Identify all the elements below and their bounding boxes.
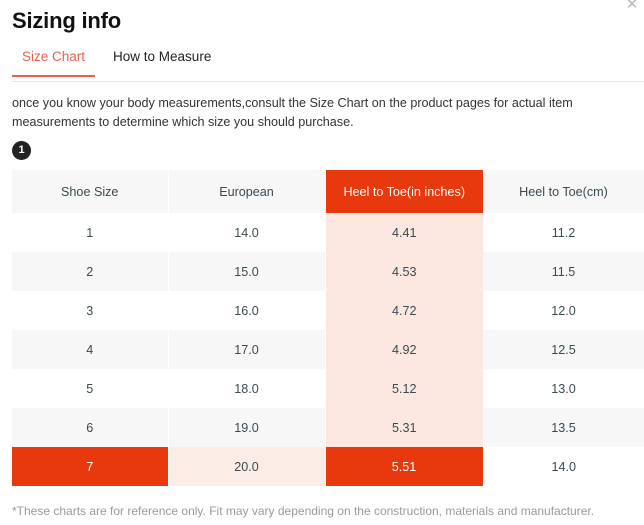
table-row[interactable]: 1 14.0 4.41 11.2 [12,213,644,252]
cell-heel-to-toe-inches: 5.31 [325,408,483,447]
cell-heel-to-toe-inches: 4.72 [325,291,483,330]
cell-heel-to-toe-inches: 4.92 [325,330,483,369]
cell-shoe-size: 7 [12,447,169,486]
table-row[interactable]: 3 16.0 4.72 12.0 [12,291,644,330]
tab-bar: Size Chart How to Measure [0,49,644,82]
column-header-shoe-size[interactable]: Shoe Size [12,170,169,213]
table-body: 1 14.0 4.41 11.2 2 15.0 4.53 11.5 3 16.0 4.72 12.0 4… [12,213,644,486]
table-row[interactable]: 5 18.0 5.12 13.0 [12,369,644,408]
cell-shoe-size: 1 [12,213,169,252]
cell-european: 18.0 [168,369,326,408]
cell-heel-to-toe-cm: 12.5 [483,330,644,369]
size-chart-table: Shoe Size European Heel to Toe(in inches… [12,170,644,486]
tab-how-to-measure[interactable]: How to Measure [99,49,225,77]
column-header-heel-to-toe-inches[interactable]: Heel to Toe(in inches) [325,170,483,213]
cell-european: 14.0 [168,213,326,252]
cell-shoe-size: 6 [12,408,169,447]
step-badge-row: 1 [0,132,644,160]
cell-european: 16.0 [168,291,326,330]
cell-heel-to-toe-cm: 13.5 [483,408,644,447]
cell-heel-to-toe-inches: 4.53 [325,252,483,291]
cell-european: 19.0 [168,408,326,447]
cell-shoe-size: 2 [12,252,169,291]
table-header-row: Shoe Size European Heel to Toe(in inches… [12,170,644,213]
size-table-container: Shoe Size European Heel to Toe(in inches… [0,170,644,486]
page-title: Sizing info [12,8,122,33]
cell-heel-to-toe-inches: 4.41 [325,213,483,252]
cell-shoe-size: 5 [12,369,169,408]
tab-size-chart[interactable]: Size Chart [12,49,99,77]
table-row[interactable]: 2 15.0 4.53 11.5 [12,252,644,291]
cell-heel-to-toe-cm: 11.2 [483,213,644,252]
cell-heel-to-toe-cm: 13.0 [483,369,644,408]
cell-heel-to-toe-inches: 5.51 [325,447,484,486]
column-header-european[interactable]: European [168,170,326,213]
table-row[interactable]: 4 17.0 4.92 12.5 [12,330,644,369]
table-row[interactable]: 7 20.0 5.51 14.0 [12,447,644,486]
description-text: once you know your body measurements,con… [12,96,573,129]
cell-european: 15.0 [168,252,326,291]
cell-heel-to-toe-cm: 12.0 [483,291,644,330]
cell-heel-to-toe-cm: 14.0 [483,447,644,486]
cell-heel-to-toe-cm: 11.5 [483,252,644,291]
footer-disclaimer: *These charts are for reference only. Fi… [12,504,595,518]
cell-european: 20.0 [168,447,326,486]
column-header-heel-to-toe-cm[interactable]: Heel to Toe(cm) [483,170,644,213]
close-icon[interactable]: ✕ [623,0,641,14]
cell-european: 17.0 [168,330,326,369]
cell-heel-to-toe-inches: 5.12 [325,369,483,408]
step-badge: 1 [12,141,31,160]
table-row[interactable]: 6 19.0 5.31 13.5 [12,408,644,447]
cell-shoe-size: 4 [12,330,169,369]
cell-shoe-size: 3 [12,291,169,330]
